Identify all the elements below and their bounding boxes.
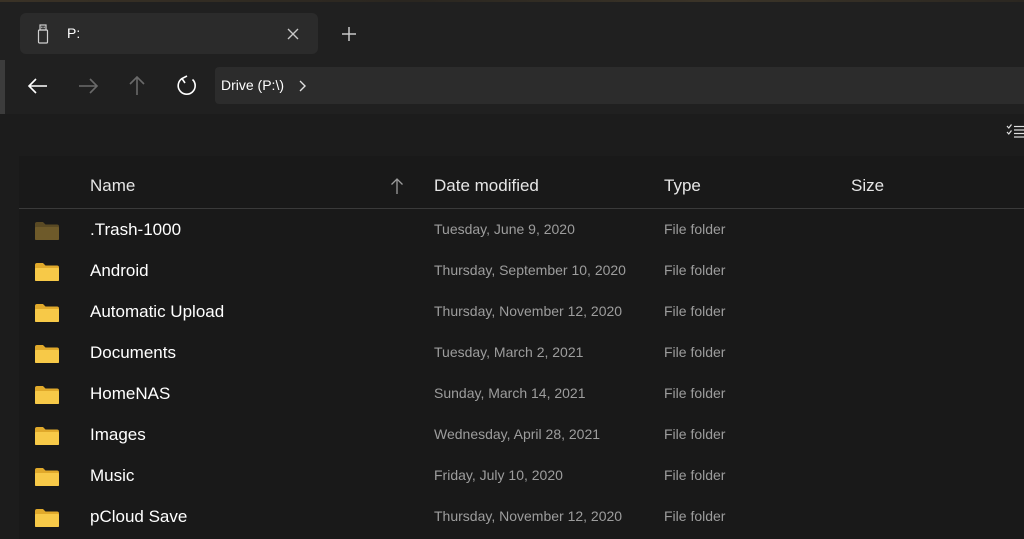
folder-icon	[35, 304, 59, 322]
command-bar	[0, 114, 1024, 156]
folder-front	[35, 473, 59, 486]
list-left-rail	[0, 156, 19, 539]
window-top-edge	[0, 0, 1024, 2]
address-bar[interactable]: Drive (P:\)	[215, 67, 1024, 104]
file-name: Images	[90, 425, 146, 444]
file-name: .Trash-1000	[90, 220, 182, 239]
file-name: pCloud Save	[90, 507, 188, 526]
file-type: File folder	[664, 344, 726, 360]
file-type: File folder	[664, 303, 726, 319]
file-row-music[interactable]: Music Friday, July 10, 2020 File folder	[19, 455, 1024, 496]
column-header-size[interactable]: Size	[851, 176, 884, 196]
folder-front	[35, 268, 59, 281]
close-icon[interactable]	[286, 27, 300, 41]
file-name: Music	[90, 466, 135, 485]
folder-icon	[35, 263, 59, 281]
chevron-right-icon[interactable]	[298, 80, 308, 92]
file-date: Friday, July 10, 2020	[434, 467, 563, 483]
folder-icon	[35, 509, 59, 527]
file-row-trash-1000[interactable]: .Trash-1000 Tuesday, June 9, 2020 File f…	[19, 209, 1024, 250]
file-date: Sunday, March 14, 2021	[434, 385, 586, 401]
folder-front	[35, 227, 59, 240]
file-date: Tuesday, March 2, 2021	[434, 344, 584, 360]
folder-icon	[35, 345, 59, 363]
refresh-icon[interactable]	[175, 74, 199, 98]
file-explorer-window: P: Drive (P:\) Name Date modified Type S…	[0, 0, 1024, 539]
file-date: Wednesday, April 28, 2021	[434, 426, 601, 442]
file-name: Documents	[90, 343, 176, 362]
sort-ascending-icon[interactable]	[389, 177, 405, 195]
file-type: File folder	[664, 508, 726, 524]
folder-front	[35, 350, 59, 363]
nav-edge	[0, 60, 5, 114]
folder-front	[35, 309, 59, 322]
folder-icon	[35, 427, 59, 445]
column-header-date-modified[interactable]: Date modified	[434, 176, 539, 196]
arrow-up-icon[interactable]	[125, 74, 149, 98]
file-row-images[interactable]: Images Wednesday, April 28, 2021 File fo…	[19, 414, 1024, 455]
file-row-documents[interactable]: Documents Tuesday, March 2, 2021 File fo…	[19, 332, 1024, 373]
file-type: File folder	[664, 262, 726, 278]
tab-title: P:	[67, 25, 81, 41]
file-rows: .Trash-1000 Tuesday, June 9, 2020 File f…	[19, 209, 1024, 537]
folder-front	[35, 391, 59, 404]
tab-drive-p[interactable]: P:	[20, 13, 318, 54]
file-row-homenas[interactable]: HomeNAS Sunday, March 14, 2021 File fold…	[19, 373, 1024, 414]
title-bar: P:	[0, 0, 1024, 60]
file-name: Android	[90, 261, 149, 280]
file-list: Name Date modified Type Size .Trash-1000…	[19, 156, 1024, 539]
file-type: File folder	[664, 221, 726, 237]
details-view-icon[interactable]	[1006, 123, 1024, 139]
column-header-name[interactable]: Name	[90, 176, 135, 196]
file-date: Thursday, November 12, 2020	[434, 508, 623, 524]
file-type: File folder	[664, 426, 726, 442]
file-row-pcloud-save[interactable]: pCloud Save Thursday, November 12, 2020 …	[19, 496, 1024, 537]
file-name: Automatic Upload	[90, 302, 225, 321]
file-row-android[interactable]: Android Thursday, September 10, 2020 Fil…	[19, 250, 1024, 291]
file-name: HomeNAS	[90, 384, 171, 403]
file-row-automatic-upload[interactable]: Automatic Upload Thursday, November 12, …	[19, 291, 1024, 332]
file-date: Tuesday, June 9, 2020	[434, 221, 575, 237]
file-type: File folder	[664, 467, 726, 483]
arrow-right-icon[interactable]	[76, 74, 100, 98]
file-date: Thursday, September 10, 2020	[434, 262, 626, 278]
breadcrumb-drive-p[interactable]: Drive (P:\)	[221, 77, 284, 93]
folder-icon	[35, 386, 59, 404]
usb-drive-icon	[37, 24, 49, 44]
column-header-type[interactable]: Type	[664, 176, 701, 196]
folder-icon	[35, 222, 59, 240]
arrow-left-icon[interactable]	[26, 74, 50, 98]
folder-front	[35, 432, 59, 445]
plus-icon[interactable]	[340, 25, 358, 43]
file-date: Thursday, November 12, 2020	[434, 303, 623, 319]
folder-front	[35, 514, 59, 527]
file-type: File folder	[664, 385, 726, 401]
navigation-bar: Drive (P:\)	[0, 60, 1024, 114]
folder-icon	[35, 468, 59, 486]
